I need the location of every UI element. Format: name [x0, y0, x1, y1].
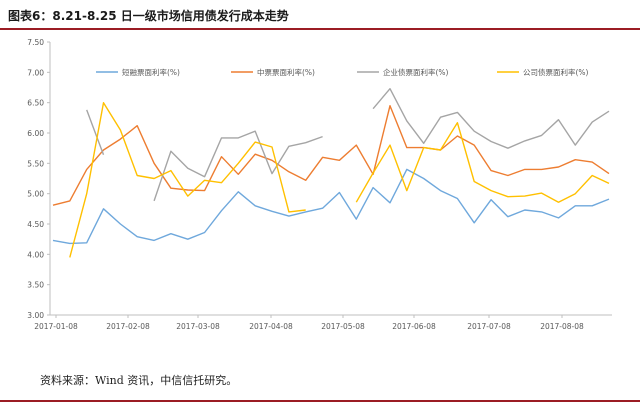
x-tick-label: 2017-02-08	[106, 322, 150, 331]
y-tick-label: 3.50	[27, 281, 44, 290]
y-tick-label: 4.50	[27, 220, 44, 229]
series-1	[52, 104, 610, 206]
x-tick-label: 2017-03-08	[176, 322, 220, 331]
y-tick-label: 4.00	[27, 250, 44, 259]
y-tick-label: 5.00	[27, 190, 44, 199]
series-line-segment	[355, 121, 610, 203]
bottom-rule	[0, 400, 640, 402]
x-tick-label: 2017-07-08	[467, 322, 511, 331]
series-line-segment	[372, 88, 610, 149]
legend-label: 企业债票面利率(%)	[383, 67, 449, 77]
series-line-segment	[69, 101, 306, 258]
y-tick-label: 7.50	[27, 38, 44, 47]
y-tick-label: 3.00	[27, 311, 44, 320]
line-chart: 7.50 7.00 6.50 6.00 5.50 5.00 4.50 4.00 3.50 3.00…	[27, 38, 612, 331]
y-tick-label: 7.00	[27, 68, 44, 77]
title-bar: 图表6：8.21-8.25 日一级市场信用债发行成本走势	[0, 0, 640, 30]
legend-label: 公司债票面利率(%)	[523, 67, 589, 77]
series-lines	[52, 88, 610, 258]
y-tick-label: 6.50	[27, 99, 44, 108]
y-tick-label: 5.50	[27, 159, 44, 168]
legend-label: 短融票面利率(%)	[122, 67, 180, 77]
y-tick-label: 6.00	[27, 129, 44, 138]
x-tick-label: 2017-05-08	[321, 322, 365, 331]
legend-label: 中票票面利率(%)	[257, 67, 315, 77]
x-tick-label: 2017-08-08	[540, 322, 584, 331]
figure-title: 图表6：8.21-8.25 日一级市场信用债发行成本走势	[8, 9, 289, 23]
legend: 短融票面利率(%) 中票票面利率(%) 企业债票面利率(%) 公司债票面利率(%)	[96, 67, 589, 77]
series-3	[69, 101, 610, 258]
series-line-segment	[153, 130, 323, 202]
series-line-segment	[52, 104, 610, 206]
series-2	[86, 88, 610, 202]
series-line-segment	[52, 168, 610, 245]
x-tick-label: 2017-01-08	[34, 322, 78, 331]
x-tick-label: 2017-04-08	[249, 322, 293, 331]
source-note: 资料来源：Wind 资讯，中信信托研究。	[40, 374, 238, 387]
x-tick-label: 2017-06-08	[392, 322, 436, 331]
series-0	[52, 168, 610, 245]
axes: 7.50 7.00 6.50 6.00 5.50 5.00 4.50 4.00 3.50 3.00…	[27, 38, 612, 331]
